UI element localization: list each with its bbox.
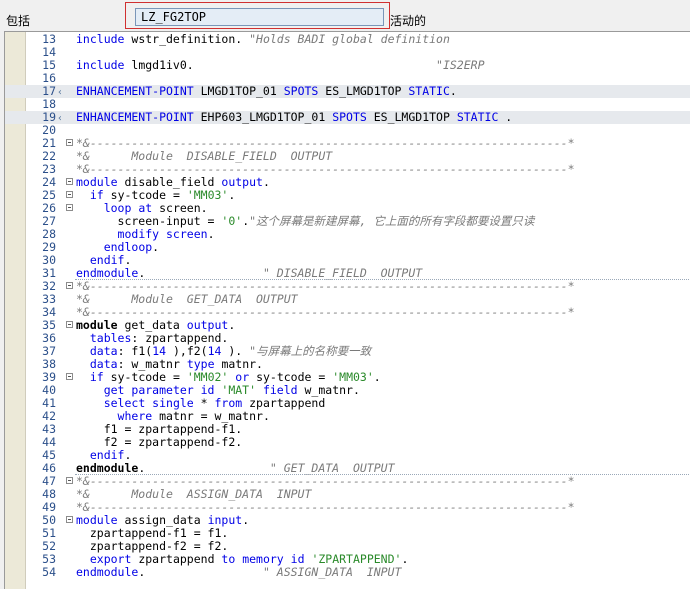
code-text: include lmgd1iv0. "IS2ERP bbox=[76, 58, 485, 72]
fold-toggle-icon[interactable] bbox=[66, 477, 73, 484]
code-editor[interactable]: 13 include wstr_definition. "Holds BADI g… bbox=[4, 31, 690, 589]
fold-toggle-icon[interactable] bbox=[66, 191, 73, 198]
code-text: endmodule. " ASSIGN_DATA INPUT bbox=[76, 565, 402, 579]
fold-toggle-icon[interactable] bbox=[66, 516, 73, 523]
status-label: 活动的 bbox=[390, 14, 427, 28]
code-line-15[interactable]: 15 include lmgd1iv0. "IS2ERP bbox=[5, 59, 690, 72]
package-label: 包括 bbox=[6, 14, 31, 28]
code-text: include wstr_definition. "Holds BADI glo… bbox=[76, 32, 450, 46]
line-number: 54 bbox=[42, 565, 56, 579]
code-text: ENHANCEMENT-POINT EHP603_LMGD1TOP_01 SPO… bbox=[76, 110, 513, 124]
code-line-17[interactable]: 17 ‹ ENHANCEMENT-POINT LMGD1TOP_01 SPOTS E… bbox=[5, 85, 690, 98]
code-text: ENHANCEMENT-POINT LMGD1TOP_01 SPOTS ES_L… bbox=[76, 84, 457, 98]
code-line-19[interactable]: 19 ‹ ENHANCEMENT-POINT EHP603_LMGD1TOP_01 … bbox=[5, 111, 690, 124]
code-line-54[interactable]: 54 endmodule. " ASSIGN_DATA INPUT bbox=[5, 566, 690, 579]
fold-toggle-icon[interactable] bbox=[66, 321, 73, 328]
header-bar: 包括 LZ_FG2TOP 活动的 bbox=[0, 0, 690, 31]
fold-toggle-icon[interactable] bbox=[66, 139, 73, 146]
fold-toggle-icon[interactable] bbox=[66, 282, 73, 289]
code-line-13[interactable]: 13 include wstr_definition. "Holds BADI g… bbox=[5, 33, 690, 46]
fold-toggle-icon[interactable] bbox=[66, 204, 73, 211]
fold-toggle-icon[interactable] bbox=[66, 373, 73, 380]
program-name-field[interactable]: LZ_FG2TOP bbox=[135, 8, 384, 26]
fold-toggle-icon[interactable] bbox=[66, 178, 73, 185]
